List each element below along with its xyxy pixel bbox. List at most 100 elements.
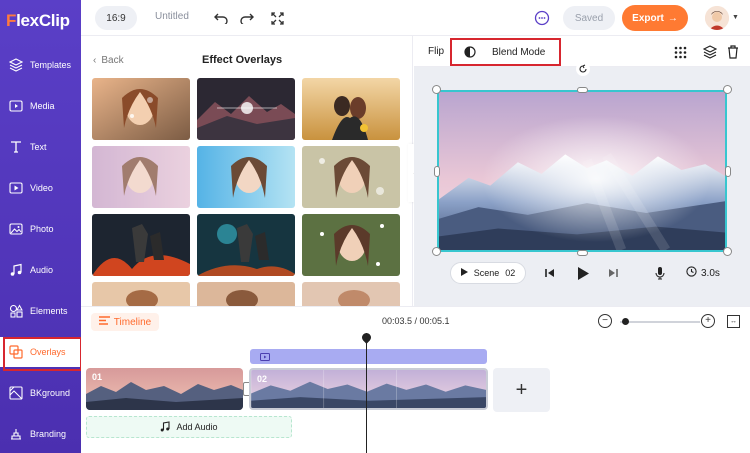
overlay-thumbnail[interactable] (302, 78, 400, 140)
sidebar: FlexClip Templates Media Text Video Phot… (0, 0, 82, 453)
add-audio-button[interactable]: Add Audio (86, 416, 292, 438)
zoom-slider[interactable] (620, 321, 700, 323)
zoom-out-icon[interactable]: − (598, 314, 612, 328)
zoom-slider-handle[interactable] (622, 318, 629, 325)
rotate-handle-icon[interactable] (576, 62, 590, 76)
clock-icon (686, 266, 697, 280)
timeline-label: Timeline (113, 316, 152, 328)
overlay-thumbnail[interactable] (302, 214, 400, 276)
scene-duration[interactable]: 3.0s (686, 266, 720, 280)
overlay-thumbnail[interactable] (92, 282, 190, 306)
sidebar-item-branding[interactable]: Branding (0, 419, 81, 449)
redo-icon[interactable] (238, 9, 256, 27)
export-button[interactable]: Export → (622, 5, 688, 31)
saved-status: Saved (563, 6, 615, 30)
sidebar-item-label: Media (30, 101, 55, 111)
timeline-icon (98, 316, 110, 328)
resize-handle[interactable] (725, 166, 731, 177)
add-scene-button[interactable]: + (493, 368, 550, 412)
resize-handle[interactable] (723, 85, 732, 94)
chat-help-icon[interactable] (533, 9, 551, 27)
flexclip-logo[interactable]: FlexClip (6, 10, 70, 32)
sidebar-item-elements[interactable]: Elements (0, 296, 81, 326)
duration-label: 3.0s (701, 267, 720, 279)
scene-play-button[interactable]: Scene 02 (450, 262, 526, 284)
skip-next-icon[interactable] (605, 265, 621, 281)
fullscreen-icon[interactable] (268, 9, 286, 27)
resize-handle[interactable] (577, 87, 588, 93)
skip-previous-icon[interactable] (542, 265, 558, 281)
avatar[interactable] (705, 6, 729, 30)
chevron-left-icon: ‹ (93, 55, 97, 66)
sidebar-item-label: Audio (30, 265, 54, 275)
flip-button[interactable]: Flip (428, 46, 444, 57)
fit-timeline-icon[interactable]: ↔ (727, 315, 740, 328)
music-icon (160, 420, 171, 434)
play-icon[interactable] (575, 265, 591, 281)
sidebar-item-label: Photo (30, 224, 54, 234)
delete-icon[interactable] (724, 43, 742, 61)
panel-title: Effect Overlays (202, 54, 283, 66)
sidebar-item-photo[interactable]: Photo (0, 214, 81, 244)
overlays-panel: ‹ Back Effect Overlays (81, 36, 413, 306)
overlay-thumbnail[interactable] (92, 78, 190, 140)
play-icon (460, 268, 468, 278)
resize-handle[interactable] (434, 166, 440, 177)
timeline-header: Timeline 00:03.5 / 00:05.1 − + ↔ (81, 306, 750, 336)
sidebar-item-video[interactable]: Video (0, 173, 81, 203)
resize-handle[interactable] (432, 85, 441, 94)
layers-icon[interactable] (701, 43, 719, 61)
scene-clip[interactable]: 02 (249, 368, 488, 410)
overlay-track-clip[interactable] (250, 349, 487, 364)
blend-mode-icon (464, 46, 476, 58)
sidebar-item-label: Video (30, 183, 53, 193)
resize-handle[interactable] (577, 250, 588, 256)
top-bar: 16:9 Untitled Saved Export → ▼ (81, 0, 750, 36)
back-button[interactable]: ‹ Back (93, 55, 124, 66)
sidebar-item-overlays[interactable]: Overlays (0, 337, 82, 371)
chevron-down-icon[interactable]: ▼ (732, 14, 739, 21)
sidebar-item-audio[interactable]: Audio (0, 255, 81, 285)
scene-clip[interactable]: 01 (86, 368, 243, 410)
overlay-thumbnail[interactable] (92, 214, 190, 276)
resize-handle[interactable] (432, 247, 441, 256)
sidebar-item-label: Branding (30, 429, 67, 439)
sidebar-item-media[interactable]: Media (0, 91, 81, 121)
overlay-thumbnail[interactable] (197, 282, 295, 306)
timeline-toggle-button[interactable]: Timeline (91, 313, 159, 331)
background-icon (8, 385, 24, 401)
resize-handle[interactable] (723, 247, 732, 256)
logo-letter: F (6, 11, 17, 30)
scene-label: Scene (473, 268, 500, 278)
scene-number: 02 (505, 268, 516, 278)
clip-number: 02 (257, 374, 268, 384)
overlay-thumbnail[interactable] (197, 146, 295, 208)
overlays-icon (8, 344, 24, 360)
video-icon (8, 180, 24, 196)
timeline-tracks: 01 02 + Add Audio (81, 336, 750, 453)
sidebar-item-label: Text (30, 142, 47, 152)
elements-icon (8, 303, 24, 319)
project-title[interactable]: Untitled (155, 11, 189, 22)
microphone-icon[interactable] (652, 265, 668, 281)
sidebar-item-templates[interactable]: Templates (0, 50, 81, 80)
sidebar-item-background[interactable]: BKground (0, 378, 81, 408)
sidebar-item-text[interactable]: Text (0, 132, 81, 162)
playhead[interactable] (366, 333, 367, 453)
grid-icon[interactable] (671, 43, 689, 61)
overlay-thumbnail[interactable] (302, 146, 400, 208)
zoom-in-icon[interactable]: + (701, 314, 715, 328)
sidebar-item-label: Elements (30, 306, 68, 316)
aspect-ratio-button[interactable]: 16:9 (95, 6, 137, 30)
sidebar-item-label: Overlays (30, 347, 66, 357)
logo-text: lexClip (16, 11, 70, 30)
canvas-video-frame[interactable] (437, 90, 727, 252)
overlay-thumbnail[interactable] (197, 78, 295, 140)
overlay-thumbnail[interactable] (197, 214, 295, 276)
undo-icon[interactable] (212, 9, 230, 27)
add-audio-label: Add Audio (176, 422, 218, 432)
blend-mode-button[interactable]: Blend Mode (450, 38, 561, 66)
overlay-thumbnail[interactable] (92, 146, 190, 208)
overlay-thumbnail[interactable] (302, 282, 400, 306)
export-label: Export (632, 12, 664, 24)
